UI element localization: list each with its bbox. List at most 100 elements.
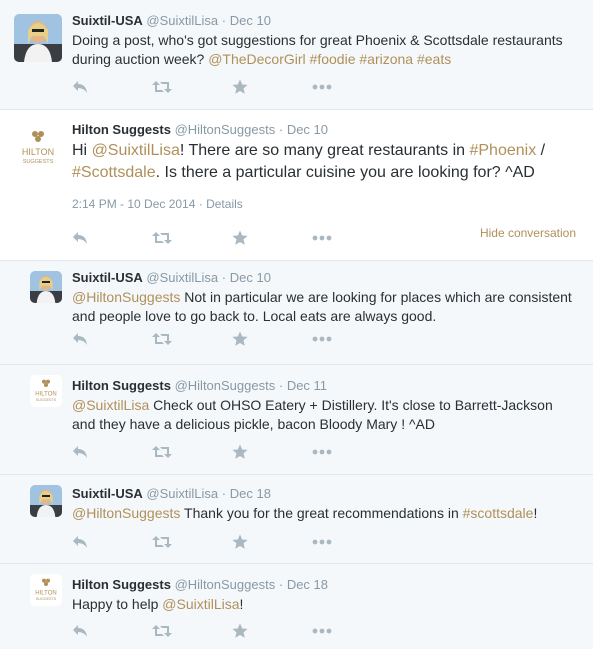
author-handle[interactable]: @SuixtilLisa <box>146 270 218 285</box>
avatar-hilton[interactable]: HILTON SUGGESTS <box>30 574 62 606</box>
author-handle[interactable]: @SuixtilLisa <box>146 486 218 501</box>
retweet-button[interactable] <box>152 79 232 95</box>
retweet-icon <box>152 445 172 459</box>
author-name[interactable]: Suixtil-USA <box>72 486 143 501</box>
hashtag-link[interactable]: #scottsdale <box>463 505 534 521</box>
logo-text-bottom: SUGGESTS <box>23 159 54 165</box>
author-handle[interactable]: @HiltonSuggests <box>175 122 276 137</box>
tweet-text-segment: / <box>536 142 546 159</box>
tweet-text-segment: . Is there a particular cuisine you are … <box>155 164 535 181</box>
hashtag-link[interactable]: #Phoenix <box>469 142 536 159</box>
tweet-text-segment: Hi <box>72 142 92 159</box>
tweet-header: Suixtil-USA @SuixtilLisa · Dec 10 <box>72 13 271 28</box>
tweet-date[interactable]: Dec 11 <box>287 378 327 393</box>
avatar-hilton[interactable]: HILTON SUGGESTS <box>30 375 62 407</box>
avatar-suixtil[interactable] <box>30 271 62 303</box>
favorite-button[interactable] <box>232 444 312 460</box>
logo-text-top: HILTON <box>22 147 54 157</box>
reply-button[interactable] <box>72 444 152 460</box>
mention-link[interactable]: @HiltonSuggests <box>72 505 180 521</box>
reply-icon <box>72 332 88 346</box>
favorite-button[interactable] <box>232 623 312 639</box>
tweet-header: Hilton Suggests @HiltonSuggests · Dec 18 <box>72 577 329 592</box>
reply-button[interactable] <box>72 623 152 639</box>
more-icon <box>312 84 332 90</box>
reply-button[interactable] <box>72 331 152 347</box>
tweet-date[interactable]: Dec 10 <box>230 13 271 28</box>
more-button[interactable] <box>312 331 392 347</box>
author-name[interactable]: Suixtil-USA <box>72 13 143 28</box>
more-button[interactable] <box>312 230 392 246</box>
tweet-date[interactable]: Dec 18 <box>287 577 328 592</box>
author-handle[interactable]: @HiltonSuggests <box>175 577 276 592</box>
reply-button[interactable] <box>72 79 152 95</box>
favorite-button[interactable] <box>232 230 312 246</box>
tweet-date[interactable]: Dec 10 <box>230 270 271 285</box>
avatar-suixtil[interactable] <box>14 14 62 62</box>
tweet-text-segment: ! <box>533 505 538 521</box>
tweet-reply[interactable]: Suixtil-USA @SuixtilLisa · Dec 18 @Hilto… <box>0 475 593 564</box>
tweet-reply[interactable]: HILTON SUGGESTS Hilton Suggests @HiltonS… <box>0 365 593 475</box>
retweet-icon <box>152 231 172 245</box>
hashtag-link[interactable]: #arizona <box>359 51 413 67</box>
more-button[interactable] <box>312 79 392 95</box>
avatar-suixtil[interactable] <box>30 485 62 517</box>
hilton-suggests-logo: HILTON SUGGESTS <box>30 574 62 606</box>
more-button[interactable] <box>312 534 392 550</box>
tweet-text: Happy to help @SuixtilLisa! <box>72 595 579 614</box>
favorite-button[interactable] <box>232 534 312 550</box>
hashtag-link[interactable]: #foodie <box>310 51 356 67</box>
tweet-date[interactable]: Dec 18 <box>230 486 271 501</box>
tweet-text: @HiltonSuggests Not in particular we are… <box>72 288 579 326</box>
author-name[interactable]: Hilton Suggests <box>72 122 171 137</box>
favorite-icon <box>232 534 248 550</box>
tweet-original[interactable]: Suixtil-USA @SuixtilLisa · Dec 10 Doing … <box>0 0 593 110</box>
favorite-icon <box>232 79 248 95</box>
tweet-header: Hilton Suggests @HiltonSuggests · Dec 11 <box>72 378 328 393</box>
retweet-button[interactable] <box>152 534 232 550</box>
more-button[interactable] <box>312 623 392 639</box>
tweet-text: Doing a post, who's got suggestions for … <box>72 31 579 69</box>
tweet-text: Hi @SuixtilLisa! There are so many great… <box>72 140 579 184</box>
retweet-icon <box>152 535 172 549</box>
details-link[interactable]: Details <box>206 197 243 211</box>
hashtag-link[interactable]: #eats <box>417 51 451 67</box>
tweet-header: Hilton Suggests @HiltonSuggests · Dec 10 <box>72 122 329 137</box>
more-button[interactable] <box>312 444 392 460</box>
mention-link[interactable]: @HiltonSuggests <box>72 289 180 305</box>
logo-text-top: HILTON <box>35 392 56 398</box>
retweet-button[interactable] <box>152 623 232 639</box>
hide-conversation-link[interactable]: Hide conversation <box>480 226 576 240</box>
retweet-button[interactable] <box>152 230 232 246</box>
retweet-button[interactable] <box>152 444 232 460</box>
hashtag-link[interactable]: #Scottsdale <box>72 164 156 181</box>
tweet-actions <box>72 230 392 246</box>
author-name[interactable]: Suixtil-USA <box>72 270 143 285</box>
mention-link[interactable]: @TheDecorGirl <box>208 51 305 67</box>
author-name[interactable]: Hilton Suggests <box>72 378 171 393</box>
avatar-hilton[interactable]: HILTON SUGGESTS <box>14 124 62 172</box>
tweet-date[interactable]: Dec 10 <box>287 122 328 137</box>
tweet-reply[interactable]: HILTON SUGGESTS Hilton Suggests @HiltonS… <box>0 564 593 649</box>
favorite-button[interactable] <box>232 331 312 347</box>
mention-link[interactable]: @SuixtilLisa <box>162 596 239 612</box>
favorite-button[interactable] <box>232 79 312 95</box>
reply-icon <box>72 624 88 638</box>
author-name[interactable]: Hilton Suggests <box>72 577 171 592</box>
reply-button[interactable] <box>72 534 152 550</box>
retweet-button[interactable] <box>152 331 232 347</box>
logo-text-top: HILTON <box>35 591 56 597</box>
mention-link[interactable]: @SuixtilLisa <box>72 397 149 413</box>
tweet-focused[interactable]: HILTON SUGGESTS Hilton Suggests @HiltonS… <box>0 110 593 261</box>
reply-button[interactable] <box>72 230 152 246</box>
tweet-timestamp: 2:14 PM - 10 Dec 2014 <box>72 197 196 211</box>
tweet-text-segment: Thank you for the great recommendations … <box>180 505 463 521</box>
logo-text-bottom: SUGGESTS <box>36 398 57 402</box>
mention-link[interactable]: @SuixtilLisa <box>92 142 180 159</box>
author-handle[interactable]: @SuixtilLisa <box>146 13 218 28</box>
reply-icon <box>72 231 88 245</box>
author-handle[interactable]: @HiltonSuggests <box>175 378 276 393</box>
tweet-header: Suixtil-USA @SuixtilLisa · Dec 18 <box>72 486 271 501</box>
favorite-icon <box>232 444 248 460</box>
tweet-reply[interactable]: Suixtil-USA @SuixtilLisa · Dec 10 @Hilto… <box>0 261 593 365</box>
